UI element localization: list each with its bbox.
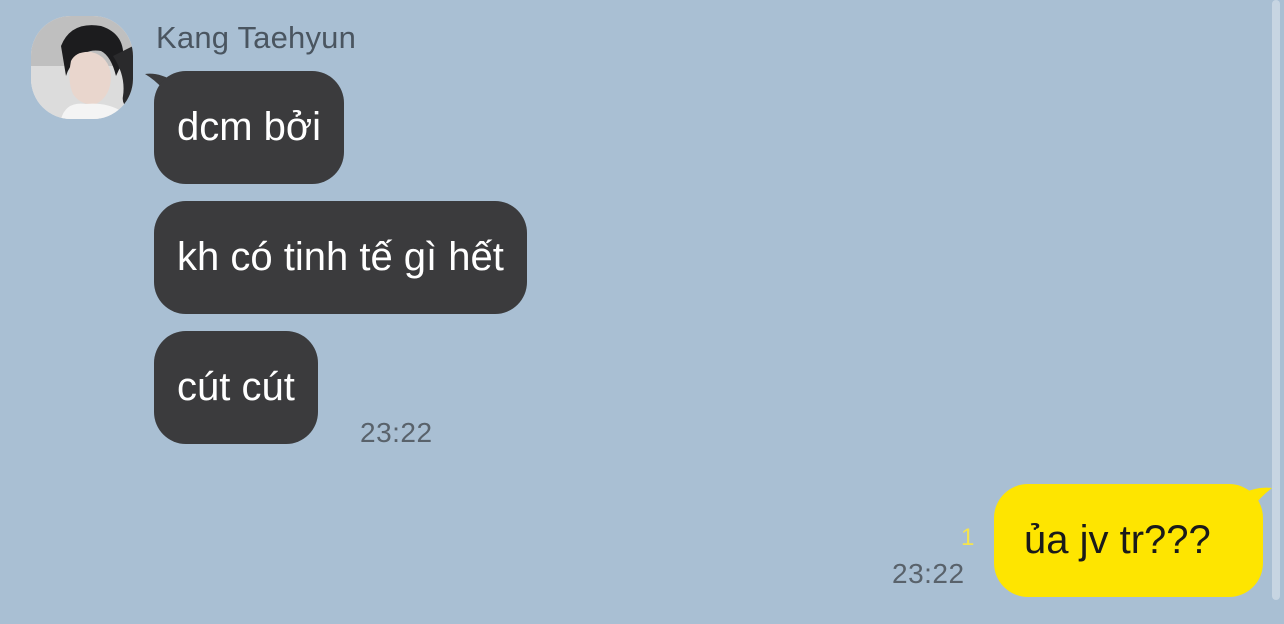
message-text: kh có tinh tế gì hết <box>177 235 504 279</box>
outgoing-message-bubble[interactable]: ủa jv tr??? <box>994 484 1263 597</box>
sender-name: Kang Taehyun <box>156 20 357 55</box>
message-text: cút cút <box>177 365 295 409</box>
incoming-message-bubble[interactable]: cút cút <box>154 331 318 444</box>
message-text: ủa jv tr??? <box>1024 518 1211 562</box>
incoming-message-bubble[interactable]: kh có tinh tế gì hết <box>154 201 527 314</box>
sender-avatar[interactable] <box>31 16 133 119</box>
message-text: dcm bởi <box>177 105 322 149</box>
scrollbar[interactable] <box>1272 0 1280 600</box>
unread-count-badge: 1 <box>961 524 975 551</box>
incoming-timestamp: 23:22 <box>360 417 433 448</box>
incoming-message-bubble[interactable]: dcm bởi <box>154 71 345 184</box>
outgoing-timestamp: 23:22 <box>892 558 965 589</box>
profile-photo-icon <box>31 16 133 119</box>
